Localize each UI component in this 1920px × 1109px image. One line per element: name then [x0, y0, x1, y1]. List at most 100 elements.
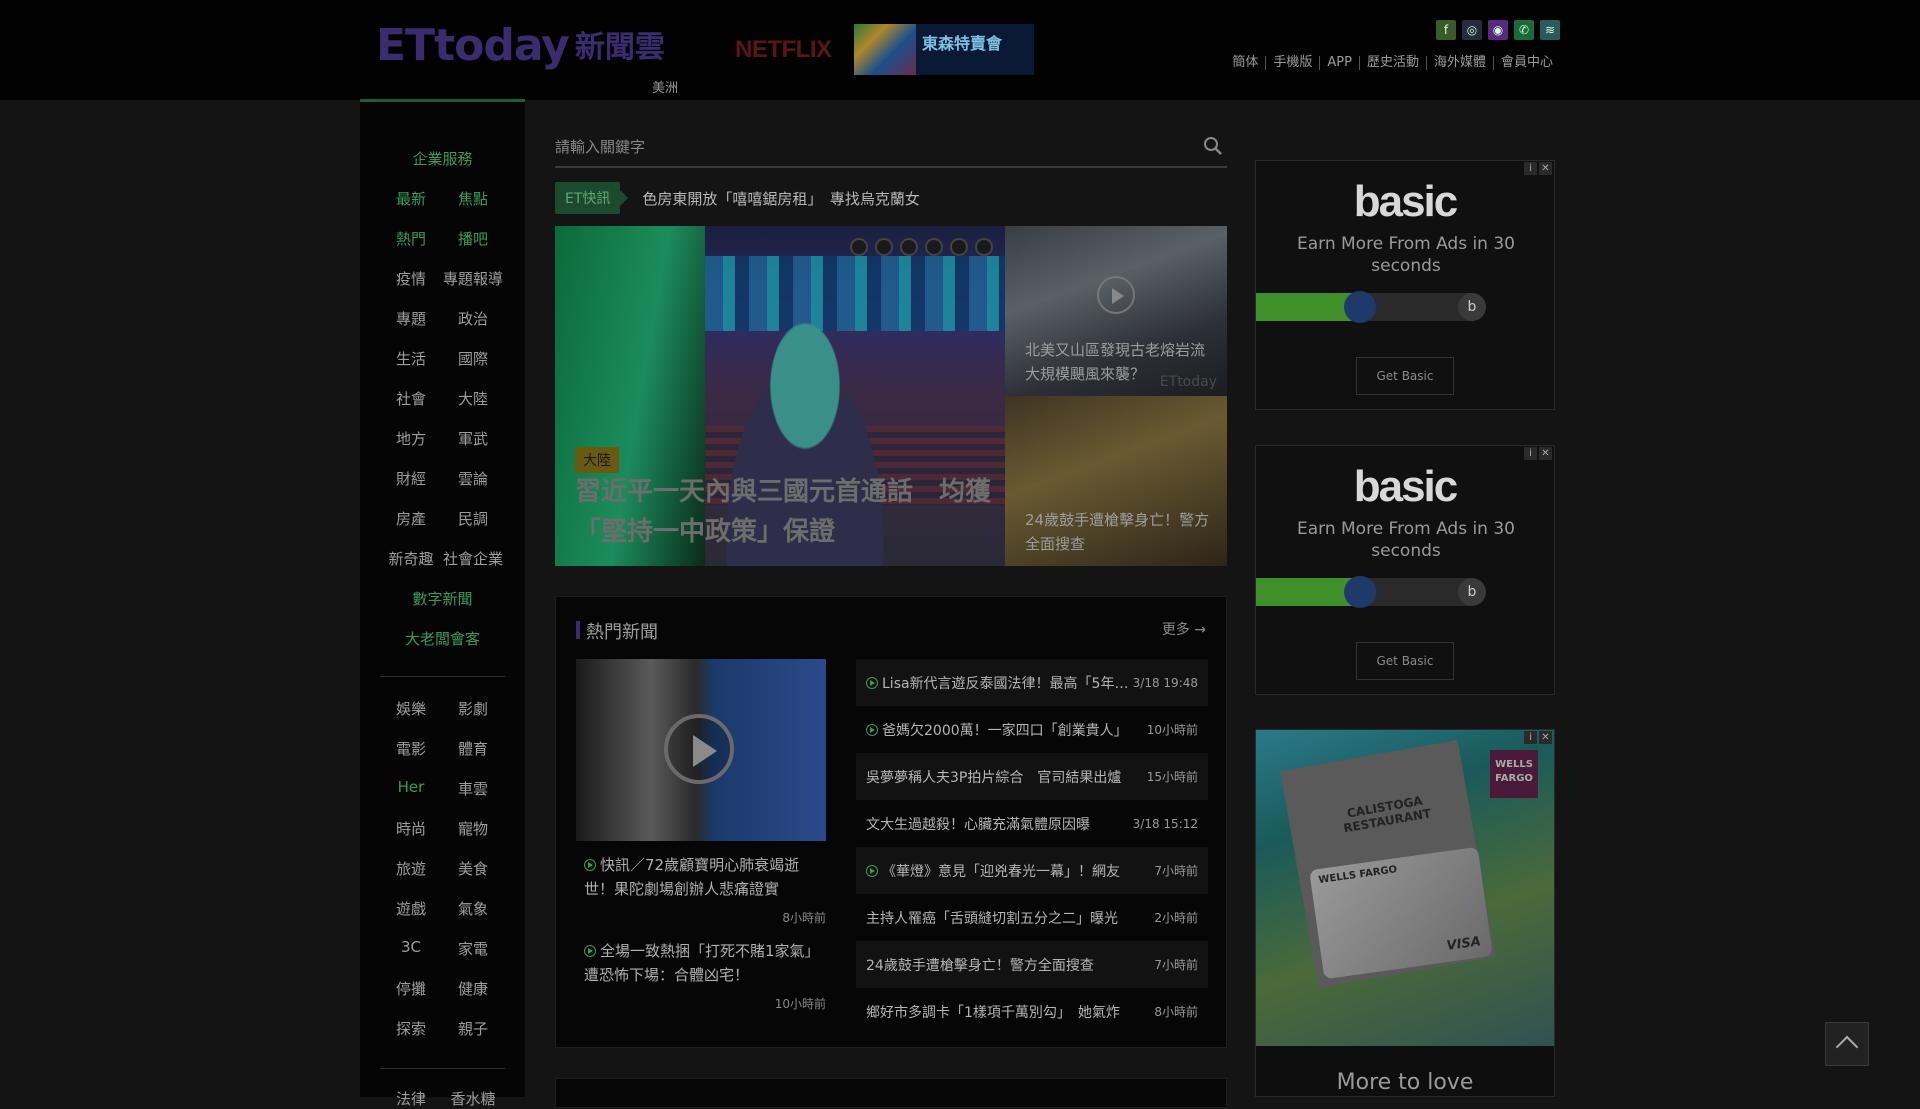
nav-mobile[interactable]: 手機版: [1265, 56, 1319, 70]
carousel-dot[interactable]: [975, 238, 993, 256]
sidebar-item[interactable]: 最新: [381, 188, 441, 209]
sidebar-item[interactable]: 車雲: [443, 778, 503, 799]
sidebar-item[interactable]: 體育: [443, 738, 503, 759]
netflix-ad-logo[interactable]: NETFLIX: [735, 36, 832, 64]
ad-info-icon[interactable]: i: [1524, 162, 1537, 175]
sidebar-item[interactable]: 疫情: [381, 268, 441, 289]
list-item[interactable]: Lisa新代言遊反泰國法律！最高「5年以上」 3/18 19:48: [856, 659, 1208, 706]
close-icon[interactable]: ✕: [1539, 447, 1552, 460]
sidebar-item[interactable]: 香水糖: [443, 1088, 503, 1109]
sidebar-item[interactable]: 親子: [443, 1018, 503, 1039]
ad-banner[interactable]: i ✕ basic Earn More From Ads in 30 secon…: [1255, 445, 1555, 695]
list-item[interactable]: 吳夢夢稱人夫3P拍片綜合 官司結果出爐 15小時前: [856, 753, 1208, 800]
sidebar-item[interactable]: 探索: [381, 1018, 441, 1039]
sidebar-item[interactable]: 國際: [443, 348, 503, 369]
sidebar-item[interactable]: 遊戲: [381, 898, 441, 919]
list-item-title: 24歲鼓手遭槍擊身亡！警方全面搜查: [866, 957, 1094, 974]
nav-simplified[interactable]: 簡体: [1225, 56, 1265, 70]
nav-app[interactable]: APP: [1319, 56, 1359, 70]
promo-banner[interactable]: 東森特賣會: [854, 24, 1034, 75]
ad-cta-button[interactable]: Get Basic: [1356, 642, 1454, 680]
hero-carousel[interactable]: 大陸 習近平一天內與三國元首通話 均獲「堅持一中政策」保證: [555, 226, 1005, 566]
list-item[interactable]: 24歲鼓手遭槍擊身亡！警方全面搜查 7小時前: [856, 941, 1208, 988]
ad-banner-wells-fargo[interactable]: i ✕ CALISTOGA RESTAURANT WELLS FARGO VIS…: [1255, 729, 1555, 1097]
ad-info-icon[interactable]: i: [1524, 447, 1537, 460]
hero-headline[interactable]: 習近平一天內與三國元首通話 均獲「堅持一中政策」保證: [575, 472, 995, 552]
sidebar-item[interactable]: 停攤: [381, 978, 441, 999]
more-link[interactable]: 更多 →: [1162, 619, 1206, 639]
list-item[interactable]: 文大生過越殺！心臟充滿氣體原因曝 3/18 15:12: [856, 800, 1208, 847]
close-icon[interactable]: ✕: [1539, 731, 1552, 744]
sidebar-item-digital-news[interactable]: 數字新聞: [360, 588, 525, 609]
list-item[interactable]: 《華燈》意見「迎兇春光一幕」！網友 7小時前: [856, 847, 1208, 894]
carousel-dot[interactable]: [875, 238, 893, 256]
close-icon[interactable]: ✕: [1539, 162, 1552, 175]
sidebar-item[interactable]: 旅遊: [381, 858, 441, 879]
sidebar-item[interactable]: 社會企業: [443, 548, 503, 569]
site-logo[interactable]: ETtoday 新聞雲: [376, 24, 665, 68]
ad-cta-button[interactable]: Get Basic: [1356, 357, 1454, 395]
hot-video-thumbnail[interactable]: [576, 659, 826, 841]
sidebar-item[interactable]: 播吧: [443, 228, 503, 249]
search-icon[interactable]: [1203, 136, 1223, 156]
sidebar-item[interactable]: 熱門: [381, 228, 441, 249]
nav-history-events[interactable]: 歷史活動: [1358, 56, 1426, 70]
sidebar-item[interactable]: 3C: [381, 938, 441, 956]
nav-member-center[interactable]: 會員中心: [1492, 56, 1560, 70]
list-item-time: 2小時前: [1154, 911, 1198, 925]
sidebar-item-enterprise[interactable]: 企業服務: [360, 148, 525, 169]
sidebar-item[interactable]: 房產: [381, 508, 441, 529]
sidebar-item[interactable]: 雲論: [443, 468, 503, 489]
instagram-icon[interactable]: ◎: [1462, 20, 1482, 40]
sidebar-item[interactable]: 專題報導: [443, 268, 503, 289]
ad-banner[interactable]: i ✕ basic Earn More From Ads in 30 secon…: [1255, 160, 1555, 410]
hero-side-story[interactable]: 24歲鼓手遭槍擊身亡！警方全面搜查: [1005, 396, 1227, 566]
sidebar-item[interactable]: 氣象: [443, 898, 503, 919]
sidebar-item[interactable]: 焦點: [443, 188, 503, 209]
region-selector[interactable]: 美洲: [652, 77, 678, 96]
sidebar-item[interactable]: 生活: [381, 348, 441, 369]
card-network: VISA: [1445, 934, 1482, 954]
list-item[interactable]: 爸媽欠2000萬！一家四口「創業貴人」 10小時前: [856, 706, 1208, 753]
messenger-icon[interactable]: ◉: [1488, 20, 1508, 40]
sidebar-item[interactable]: 政治: [443, 308, 503, 329]
sidebar-item[interactable]: 社會: [381, 388, 441, 409]
sidebar-item[interactable]: 電影: [381, 738, 441, 759]
rss-icon[interactable]: ≋: [1540, 20, 1560, 40]
sidebar-item[interactable]: 影劇: [443, 698, 503, 719]
carousel-dot[interactable]: [950, 238, 968, 256]
sidebar-item[interactable]: 財經: [381, 468, 441, 489]
sidebar-item[interactable]: 美食: [443, 858, 503, 879]
breaking-headline[interactable]: 色房東開放「嘻嘻鋸房租」 專找烏克蘭女: [642, 188, 920, 209]
list-item[interactable]: 主持人罹癌「舌頭縫切割五分之二」曝光 2小時前: [856, 894, 1208, 941]
nav-overseas-media[interactable]: 海外媒體: [1425, 56, 1493, 70]
ad-info-icon[interactable]: i: [1524, 731, 1537, 744]
sidebar-item[interactable]: 新奇趣: [381, 548, 441, 569]
sidebar-item[interactable]: 家電: [443, 938, 503, 959]
hero-category-tag[interactable]: 大陸: [575, 447, 619, 473]
sidebar-item[interactable]: 專題: [381, 308, 441, 329]
sidebar-item[interactable]: 法律: [381, 1088, 441, 1109]
carousel-dot[interactable]: [925, 238, 943, 256]
sidebar-item[interactable]: 時尚: [381, 818, 441, 839]
line-icon[interactable]: ✆: [1514, 20, 1534, 40]
list-item-time: 3/18 15:12: [1132, 816, 1198, 831]
sidebar-item[interactable]: 民調: [443, 508, 503, 529]
carousel-dot[interactable]: [850, 238, 868, 256]
hero-side-story[interactable]: 北美又山區發現古老熔岩流 大規模颶風來襲？ ETtoday: [1005, 226, 1227, 396]
back-to-top-button[interactable]: [1825, 1022, 1869, 1066]
carousel-dot[interactable]: [900, 238, 918, 256]
sidebar-item[interactable]: 軍武: [443, 428, 503, 449]
sidebar-item[interactable]: 寵物: [443, 818, 503, 839]
search-input[interactable]: 請輸入關鍵字: [555, 136, 645, 157]
sidebar-item[interactable]: 大陸: [443, 388, 503, 409]
list-item[interactable]: 鄉好市多調卡「1樣項千萬別勾」 她氣炸 8小時前: [856, 988, 1208, 1035]
list-item[interactable]: 全場一致熱捆「打死不賭1家氣」 遭恐怖下場：合體凶宅！ 10小時前: [576, 939, 827, 1012]
sidebar-item-boss-talk[interactable]: 大老闆會客: [360, 628, 525, 649]
sidebar-item[interactable]: 地方: [381, 428, 441, 449]
list-item[interactable]: 快訊／72歲顧寶明心肺衰竭逝世！果陀劇場創辦人悲痛證實 8小時前: [576, 853, 826, 926]
facebook-icon[interactable]: f: [1436, 20, 1456, 40]
sidebar-item[interactable]: 健康: [443, 978, 503, 999]
sidebar-item[interactable]: Her: [381, 778, 441, 796]
sidebar-item[interactable]: 娛樂: [381, 698, 441, 719]
